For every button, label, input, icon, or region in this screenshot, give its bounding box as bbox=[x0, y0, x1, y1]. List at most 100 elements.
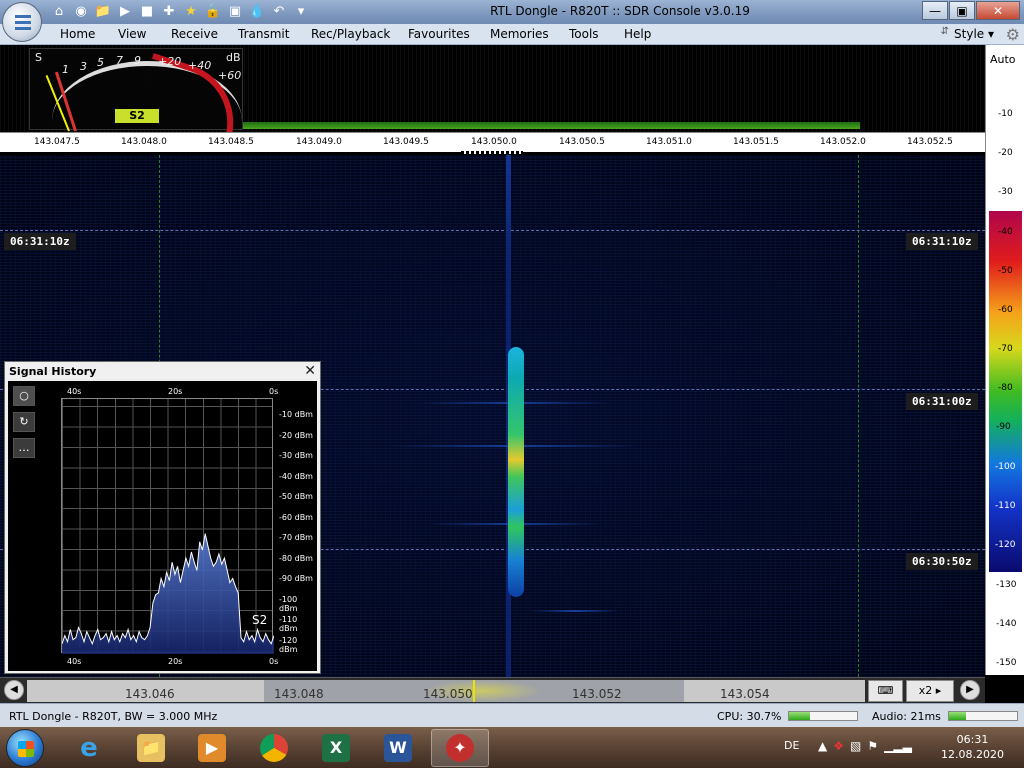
signal-history-area bbox=[62, 533, 274, 654]
camera-icon[interactable]: ▣ bbox=[226, 3, 244, 21]
updown-icon[interactable]: ⇵ bbox=[941, 26, 949, 37]
undo-icon[interactable]: ↶ bbox=[270, 3, 288, 21]
signal-history-more-button[interactable]: … bbox=[13, 438, 35, 458]
excel-icon[interactable]: X bbox=[307, 729, 365, 767]
timestamp-right: 06:31:00z bbox=[906, 393, 978, 410]
gear-icon[interactable]: ⚙ bbox=[1006, 25, 1020, 44]
zoom-value: x2 bbox=[918, 684, 933, 697]
menu-memories[interactable]: Memories bbox=[490, 27, 549, 41]
dbm-label: -120 dBm bbox=[279, 636, 298, 654]
audio-status: Audio: 21ms bbox=[872, 710, 941, 723]
play-icon[interactable]: ▶ bbox=[116, 3, 134, 21]
sdr-console-icon[interactable]: ✦ bbox=[431, 729, 489, 767]
acrobat-icon[interactable]: ❖ bbox=[833, 739, 844, 753]
device-icon[interactable]: ▧ bbox=[850, 739, 861, 753]
db-scale[interactable]: Auto -10 -20 -30 -40 -50 -60 -70 -80 -90… bbox=[985, 45, 1024, 675]
freq-tick: 143.048.0 bbox=[121, 137, 167, 147]
s-meter-reading: S2 bbox=[115, 109, 159, 123]
signal-history-circle-button[interactable]: ○ bbox=[13, 386, 35, 406]
signal-streak bbox=[530, 610, 620, 612]
s-meter-tick: +20 bbox=[158, 55, 182, 68]
signal-history-close-button[interactable]: ✕ bbox=[304, 363, 316, 379]
tuner-label: 143.050 bbox=[423, 687, 473, 701]
internet-explorer-icon[interactable]: e bbox=[60, 729, 118, 767]
dropdown-icon[interactable]: ▾ bbox=[292, 3, 310, 21]
s-meter-tick: +40 bbox=[188, 59, 212, 72]
tuning-ruler[interactable]: 143.046 143.048 143.050 143.052 143.054 bbox=[27, 680, 865, 702]
signal-history-panel[interactable]: Signal History ✕ ○ ↻ … 40s 20s 0s -10 dB… bbox=[4, 361, 321, 674]
restore-button[interactable]: ▣ bbox=[949, 1, 975, 20]
keyboard-icon[interactable]: ⌨ bbox=[868, 680, 903, 702]
application-menu-button[interactable] bbox=[2, 2, 42, 42]
style-label: Style bbox=[954, 27, 985, 41]
word-icon[interactable]: W bbox=[369, 729, 427, 767]
time-label: 20s bbox=[168, 657, 183, 666]
menu-favourites[interactable]: Favourites bbox=[408, 27, 470, 41]
menu-view[interactable]: View bbox=[118, 27, 146, 41]
plus-icon[interactable]: ✚ bbox=[160, 3, 178, 21]
file-explorer-icon[interactable]: 📁 bbox=[122, 729, 180, 767]
tuned-frequency-marker[interactable] bbox=[473, 680, 475, 702]
chrome-icon[interactable] bbox=[245, 729, 303, 767]
freq-tick: 143.049.0 bbox=[296, 137, 342, 147]
network-icon[interactable]: ▁▂▃ bbox=[884, 739, 912, 753]
lock-icon[interactable]: 🔒 bbox=[204, 3, 222, 21]
dbm-label: -100 dBm bbox=[279, 595, 298, 613]
start-button[interactable] bbox=[6, 729, 44, 767]
db-label: -20 bbox=[998, 148, 1013, 158]
clock-date: 12.08.2020 bbox=[941, 748, 1004, 761]
show-hidden-icons-icon[interactable]: ▲ bbox=[818, 739, 827, 753]
db-label: -150 bbox=[996, 658, 1017, 668]
menu-rec-playback[interactable]: Rec/Playback bbox=[311, 27, 390, 41]
star-icon[interactable]: ★ bbox=[182, 3, 200, 21]
zoom-select[interactable]: x2 ▸ bbox=[906, 680, 954, 702]
stop-icon[interactable]: ■ bbox=[138, 3, 156, 21]
menu-receive[interactable]: Receive bbox=[171, 27, 218, 41]
colorbar-label: -80 bbox=[998, 383, 1013, 393]
dbm-label: -90 dBm bbox=[279, 574, 313, 583]
time-marker-line bbox=[0, 230, 985, 231]
flag-icon[interactable]: ⚑ bbox=[867, 739, 878, 753]
menu-home[interactable]: Home bbox=[60, 27, 95, 41]
tuner-left-button[interactable]: ◀ bbox=[4, 680, 24, 700]
bandwidth-marker-right bbox=[858, 155, 859, 677]
system-clock[interactable]: 06:31 12.08.2020 bbox=[941, 732, 1004, 762]
close-button[interactable]: ✕ bbox=[976, 1, 1020, 20]
dbm-label: -50 dBm bbox=[279, 492, 313, 501]
s-meter-tick: 9 bbox=[134, 54, 141, 67]
dbm-label: -40 dBm bbox=[279, 472, 313, 481]
media-player-icon[interactable]: ▶ bbox=[183, 729, 241, 767]
clock-time: 06:31 bbox=[956, 733, 989, 746]
tuner-right-button[interactable]: ▶ bbox=[960, 680, 980, 700]
signal-history-reading: S2 bbox=[252, 613, 268, 627]
freq-tick: 143.051.5 bbox=[733, 137, 779, 147]
db-label: -140 bbox=[996, 619, 1017, 629]
dbm-label: -80 dBm bbox=[279, 554, 313, 563]
home-icon[interactable]: ⌂ bbox=[50, 3, 68, 21]
signal-history-reset-button[interactable]: ↻ bbox=[13, 412, 35, 432]
help-ring-icon[interactable]: ◉ bbox=[72, 3, 90, 21]
splitter-handle[interactable] bbox=[461, 151, 523, 154]
auto-scale-label[interactable]: Auto bbox=[990, 53, 1016, 66]
minimize-button[interactable]: — bbox=[922, 1, 948, 20]
language-indicator[interactable]: DE bbox=[784, 739, 799, 752]
colorbar-label: -120 bbox=[995, 540, 1016, 550]
folder-icon[interactable]: 📁 bbox=[94, 3, 112, 21]
menu-transmit[interactable]: Transmit bbox=[238, 27, 289, 41]
device-status: RTL Dongle - R820T, BW = 3.000 MHz bbox=[9, 710, 218, 723]
colorbar-label: -40 bbox=[998, 227, 1013, 237]
windows-logo-icon bbox=[18, 741, 34, 757]
dbm-label: -110 dBm bbox=[279, 615, 298, 633]
drop-icon[interactable]: 💧 bbox=[248, 3, 266, 21]
frequency-scale[interactable]: 143.047.5 143.048.0 143.048.5 143.049.0 … bbox=[0, 132, 985, 154]
dbm-label: -10 dBm bbox=[279, 410, 313, 419]
freq-tick: 143.052.5 bbox=[907, 137, 953, 147]
menu-tools[interactable]: Tools bbox=[569, 27, 599, 41]
windows-taskbar: e 📁 ▶ X W ✦ DE ▲ ❖ ▧ ⚑ ▁▂▃ 06:31 12.08.2… bbox=[0, 727, 1024, 768]
audio-meter bbox=[948, 711, 1018, 721]
menu-help[interactable]: Help bbox=[624, 27, 651, 41]
colorbar-label: -110 bbox=[995, 501, 1016, 511]
style-menu[interactable]: Style ▾ bbox=[954, 27, 994, 41]
dbm-label: -20 dBm bbox=[279, 431, 313, 440]
time-label: 40s bbox=[67, 387, 82, 396]
